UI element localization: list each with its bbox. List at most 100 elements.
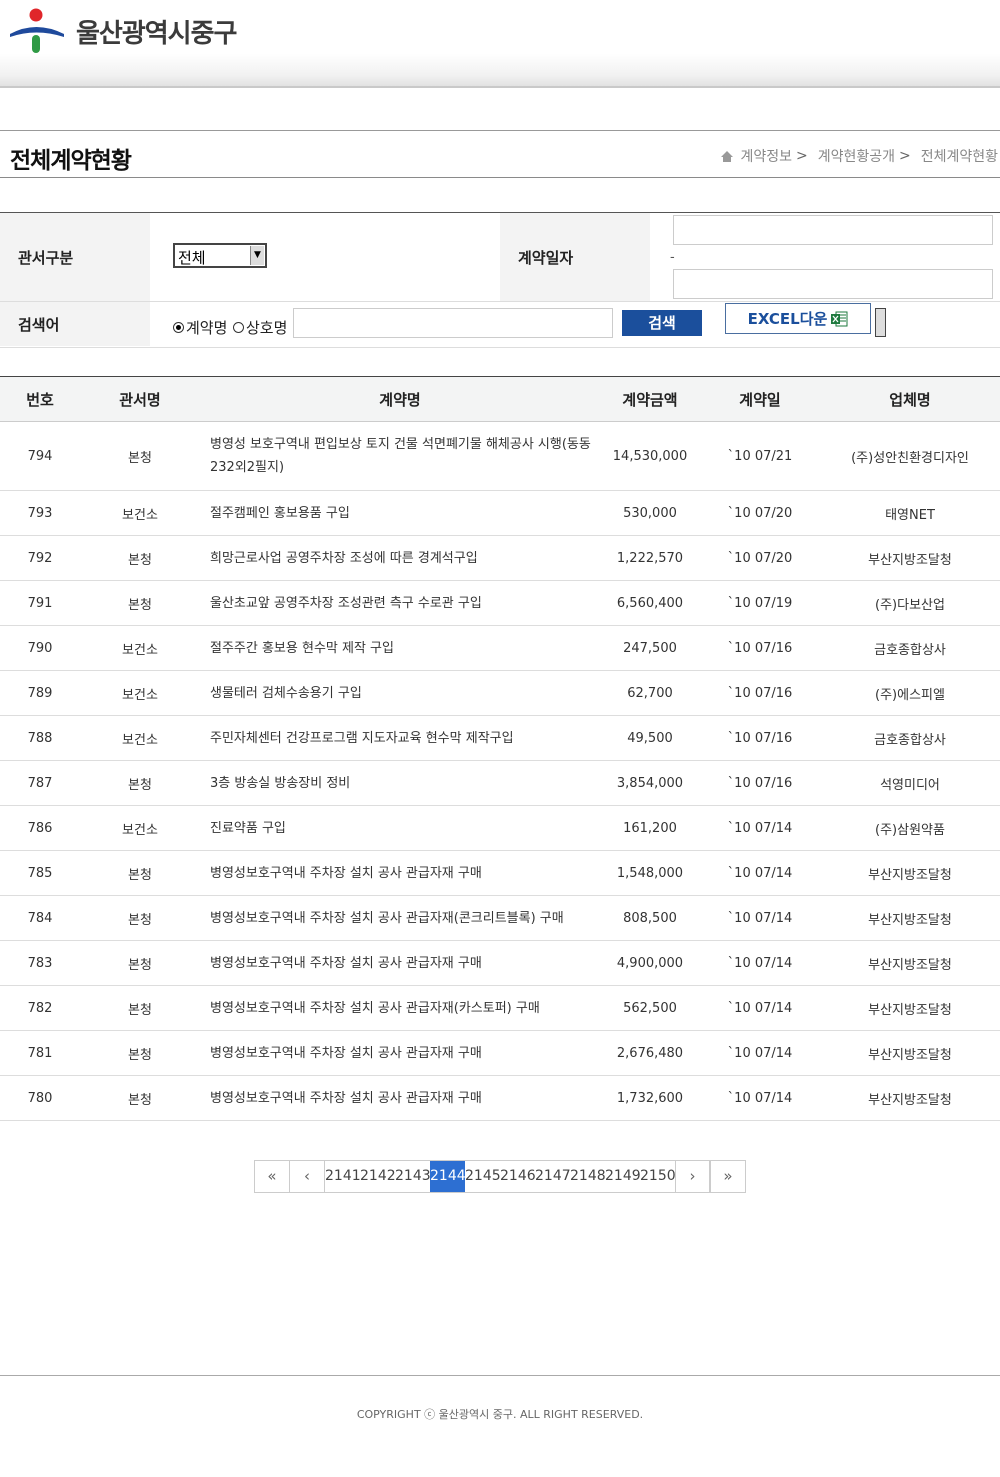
table-row[interactable]: 788 보건소 주민자체센터 건강프로그램 지도자교육 현수막 제작구입 49,500…	[0, 715, 1000, 761]
cell-date: `10 07/14	[700, 850, 820, 896]
cell-contract-name[interactable]: 3층 방송실 방송장비 정비	[200, 760, 600, 806]
dept-select-value: 전체	[178, 249, 206, 267]
page-link[interactable]: 2148	[570, 1161, 606, 1192]
search-button[interactable]: 검색	[622, 310, 702, 336]
cell-amount: 562,500	[600, 985, 700, 1031]
logo-icon[interactable]	[8, 8, 68, 54]
page-link[interactable]: 2149	[605, 1161, 641, 1192]
cell-number: 793	[0, 490, 80, 536]
search-form: 관서구분 전체 ▼ 계약일자 - 검색어 계약명 상호명 검색 EXCEL다운	[0, 212, 1000, 348]
table-row[interactable]: 791 본청 울산초교앞 공영주차장 조성관련 측구 수로관 구입 6,560,400…	[0, 580, 1000, 626]
org-name[interactable]: 울산광역시중구	[76, 13, 237, 50]
last-page-button[interactable]: »	[710, 1161, 745, 1192]
breadcrumb-item[interactable]: 계약현황공개	[818, 146, 895, 166]
keyword-input[interactable]	[293, 308, 613, 338]
cell-contract-name[interactable]: 생물테러 검체수송용기 구입	[200, 670, 600, 716]
cell-amount: 3,854,000	[600, 760, 700, 806]
cell-amount: 6,560,400	[600, 580, 700, 626]
page-link[interactable]: 2145	[465, 1161, 501, 1192]
table-row[interactable]: 781 본청 병영성보호구역내 주차장 설치 공사 관급자재 구매 2,676,480…	[0, 1030, 1000, 1076]
cell-company: 부산지방조달청	[820, 535, 1000, 581]
cell-number: 786	[0, 805, 80, 851]
dept-select[interactable]: 전체 ▼	[173, 243, 267, 268]
cell-contract-name[interactable]: 울산초교앞 공영주차장 조성관련 측구 수로관 구입	[200, 580, 600, 626]
date-to-input[interactable]	[673, 269, 993, 299]
cell-number: 782	[0, 985, 80, 1031]
cell-contract-name[interactable]: 병영성보호구역내 주차장 설치 공사 관급자재 구매	[200, 1030, 600, 1076]
cell-number: 784	[0, 895, 80, 941]
breadcrumb: 계약정보 > 계약현황공개 > 전체계약현황	[720, 146, 998, 166]
cell-date: `10 07/14	[700, 1030, 820, 1076]
table-row[interactable]: 789 보건소 생물테러 검체수송용기 구입 62,700 `10 07/16 (주)에스…	[0, 670, 1000, 716]
cell-dept: 본청	[80, 421, 200, 491]
cell-company: (주)삼원약품	[820, 805, 1000, 851]
cell-company: (주)성안친환경디자인	[820, 421, 1000, 491]
cell-company: (주)다보산업	[820, 580, 1000, 626]
table-row[interactable]: 783 본청 병영성보호구역내 주차장 설치 공사 관급자재 구매 4,900,000…	[0, 940, 1000, 986]
cell-date: `10 07/16	[700, 760, 820, 806]
table-row[interactable]: 793 보건소 절주캠페인 홍보용품 구입 530,000 `10 07/20 태영NET	[0, 490, 1000, 536]
table-row[interactable]: 786 보건소 진료약품 구입 161,200 `10 07/14 (주)삼원약품	[0, 805, 1000, 851]
cell-amount: 808,500	[600, 895, 700, 941]
cell-company: 금호종합상사	[820, 625, 1000, 671]
cell-contract-name[interactable]: 병영성 보호구역내 편입보상 토지 건물 석면폐기물 해체공사 시행(동동 23…	[200, 421, 600, 491]
column-header: 번호	[0, 376, 80, 422]
excel-download-button[interactable]: EXCEL다운	[725, 303, 871, 334]
breadcrumb-item[interactable]: 계약정보	[740, 146, 792, 166]
radio-unchecked-icon[interactable]	[233, 322, 244, 333]
page-link[interactable]: 2143	[395, 1161, 431, 1192]
page-link[interactable]: 2150	[640, 1161, 676, 1192]
table-row[interactable]: 792 본청 희망근로사업 공영주차장 조성에 따른 경계석구입 1,222,570 `…	[0, 535, 1000, 581]
breadcrumb-item-current: 전체계약현황	[920, 149, 998, 165]
radio-contract-label: 계약명	[186, 319, 228, 337]
page-link[interactable]: 2147	[535, 1161, 571, 1192]
excel-icon	[831, 311, 848, 326]
radio-company-name[interactable]: 상호명	[233, 317, 287, 338]
prev-page-button[interactable]: ‹	[290, 1161, 325, 1192]
cell-company: 부산지방조달청	[820, 895, 1000, 941]
excel-download-label: EXCEL다운	[747, 310, 828, 328]
cell-contract-name[interactable]: 병영성보호구역내 주차장 설치 공사 관급자재 구매	[200, 850, 600, 896]
cell-contract-name[interactable]: 진료약품 구입	[200, 805, 600, 851]
cell-contract-name[interactable]: 병영성보호구역내 주차장 설치 공사 관급자재(콘크리트블록) 구매	[200, 895, 600, 941]
cell-contract-name[interactable]: 희망근로사업 공영주차장 조성에 따른 경계석구입	[200, 535, 600, 581]
cell-dept: 본청	[80, 1030, 200, 1076]
cell-date: `10 07/21	[700, 421, 820, 491]
cell-contract-name[interactable]: 병영성보호구역내 주차장 설치 공사 관급자재(카스토퍼) 구매	[200, 985, 600, 1031]
site-footer: COPYRIGHT ⓒ 울산광역시 중구. ALL RIGHT RESERVED…	[0, 1375, 1000, 1477]
table-row[interactable]: 780 본청 병영성보호구역내 주차장 설치 공사 관급자재 구매 1,732,600…	[0, 1075, 1000, 1121]
home-icon[interactable]	[720, 150, 734, 163]
cell-contract-name[interactable]: 절주주간 홍보용 현수막 제작 구입	[200, 625, 600, 671]
cell-number: 781	[0, 1030, 80, 1076]
table-row[interactable]: 785 본청 병영성보호구역내 주차장 설치 공사 관급자재 구매 1,548,000…	[0, 850, 1000, 896]
cell-company: 부산지방조달청	[820, 850, 1000, 896]
cell-contract-name[interactable]: 병영성보호구역내 주차장 설치 공사 관급자재 구매	[200, 1075, 600, 1121]
date-from-input[interactable]	[673, 215, 993, 245]
cell-date: `10 07/14	[700, 940, 820, 986]
first-page-button[interactable]: «	[255, 1161, 290, 1192]
cell-dept: 보건소	[80, 625, 200, 671]
next-page-button[interactable]: ›	[675, 1161, 710, 1192]
page-link[interactable]: 2146	[500, 1161, 536, 1192]
table-row[interactable]: 790 보건소 절주주간 홍보용 현수막 제작 구입 247,500 `10 07/16…	[0, 625, 1000, 671]
table-row[interactable]: 784 본청 병영성보호구역내 주차장 설치 공사 관급자재(콘크리트블록) 구매 8…	[0, 895, 1000, 941]
cell-amount: 530,000	[600, 490, 700, 536]
cell-number: 792	[0, 535, 80, 581]
radio-checked-icon[interactable]	[173, 322, 184, 333]
cell-amount: 14,530,000	[600, 421, 700, 491]
table-row[interactable]: 782 본청 병영성보호구역내 주차장 설치 공사 관급자재(카스토퍼) 구매 562…	[0, 985, 1000, 1031]
table-row[interactable]: 794 본청 병영성 보호구역내 편입보상 토지 건물 석면폐기물 해체공사 시행(…	[0, 421, 1000, 491]
page-link[interactable]: 2142	[360, 1161, 396, 1192]
page-link-current[interactable]: 2144	[430, 1161, 466, 1192]
page-link[interactable]: 2141	[325, 1161, 361, 1192]
search-row-keyword: 검색어 계약명 상호명 검색 EXCEL다운	[0, 302, 1000, 346]
cell-contract-name[interactable]: 병영성보호구역내 주차장 설치 공사 관급자재 구매	[200, 940, 600, 986]
cell-contract-name[interactable]: 주민자체센터 건강프로그램 지도자교육 현수막 제작구입	[200, 715, 600, 761]
radio-contract-name[interactable]: 계약명	[173, 317, 227, 338]
cell-dept: 본청	[80, 1075, 200, 1121]
cell-contract-name[interactable]: 절주캠페인 홍보용품 구입	[200, 490, 600, 536]
column-header: 관서명	[80, 376, 200, 422]
keyword-label: 검색어	[0, 302, 150, 346]
table-row[interactable]: 787 본청 3층 방송실 방송장비 정비 3,854,000 `10 07/16 석영미…	[0, 760, 1000, 806]
cell-dept: 본청	[80, 985, 200, 1031]
